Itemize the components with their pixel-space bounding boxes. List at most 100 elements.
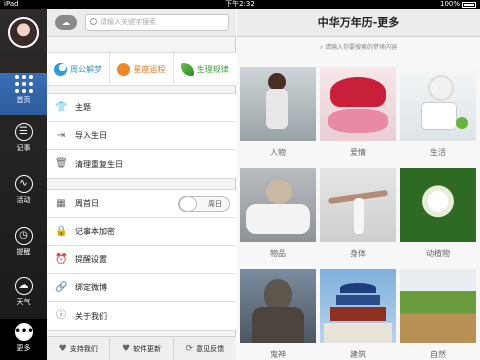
sidebar-item-label: 提醒 [16, 248, 31, 256]
toggle-value: 周日 [208, 200, 222, 208]
heart-icon: ♥ [121, 343, 131, 354]
week-start-toggle[interactable]: 周日 [178, 196, 230, 212]
setting-theme[interactable]: 👕 主题 [47, 94, 236, 122]
link-icon: 🔗 [55, 281, 68, 293]
setting-bind-weibo[interactable]: 🔗 绑定微博 [47, 274, 236, 302]
trash-icon: 🗑 [55, 158, 68, 169]
settings-group-general: 👕 主题 ⇥ 导入生日 🗑 清理重复生日 [47, 93, 236, 179]
sidebar-item-reminder[interactable]: ◷ 提醒 [0, 227, 47, 267]
moon-icon [54, 62, 68, 76]
clock-icon: ◷ [14, 227, 33, 245]
tab-dream[interactable]: 周公解梦 [47, 53, 111, 85]
setting-label: 清理重复生日 [75, 159, 123, 169]
category-tile-architecture[interactable]: 建筑 [320, 269, 396, 360]
category-tile-person[interactable]: 人物 [240, 67, 316, 162]
nature-image [400, 269, 476, 343]
category-tile-plants[interactable]: 动植物 [400, 168, 476, 263]
category-grid: 人物 爱情 生活 物品 身体 动植物 鬼神 建筑 自然 [240, 67, 476, 360]
update-button[interactable]: ♥ 软件更新 [110, 337, 174, 360]
search-placeholder: 请输入关键字搜索 [100, 18, 156, 26]
spirits-image [240, 269, 316, 343]
sidebar-item-home[interactable]: 首页 [0, 73, 47, 115]
sidebar-item-weather[interactable]: ☁ 天气 [0, 277, 47, 317]
toggle-knob [179, 196, 197, 212]
clock: 下午2:32 [225, 0, 255, 8]
tab-label: 星座运程 [133, 64, 166, 74]
settings-group-prefs: ▦ 周首日 周日 🔒 记事本加密 ⏰ 提醒设置 🔗 绑定微博 ⓘ 关于我们 [47, 189, 236, 331]
object-image [240, 168, 316, 242]
setting-label: 主题 [75, 103, 91, 112]
category-label: 动植物 [426, 249, 450, 258]
search-bar: ☁ 请输入关键字搜索 [47, 9, 236, 37]
setting-reminder[interactable]: ⏰ 提醒设置 [47, 246, 236, 274]
setting-label: 导入生日 [75, 131, 107, 140]
person-image [240, 67, 316, 141]
setting-about[interactable]: ⓘ 关于我们 [47, 302, 236, 330]
life-image [400, 67, 476, 141]
refresh-icon: ⟳ [185, 343, 194, 354]
page-title: 中华万年历-更多 [237, 9, 480, 37]
search-icon [90, 18, 97, 25]
category-label: 爱情 [350, 148, 366, 157]
sidebar-item-label: 活动 [16, 196, 31, 204]
status-bar: iPad 下午2:32 100% [0, 0, 480, 9]
category-tile-nature[interactable]: 自然 [400, 269, 476, 360]
category-label: 自然 [430, 350, 446, 359]
setting-import-birthday[interactable]: ⇥ 导入生日 [47, 122, 236, 150]
setting-label: 绑定微博 [75, 283, 107, 292]
plants-image [400, 168, 476, 242]
shirt-icon: 👕 [55, 101, 68, 113]
cloud-sync-icon[interactable]: ☁ [55, 15, 77, 30]
category-tile-life[interactable]: 生活 [400, 67, 476, 162]
tab-cycle[interactable]: 生理规律 [174, 53, 236, 85]
support-button[interactable]: ♥ 支持我们 [47, 337, 111, 360]
dream-search-input[interactable]: ⌕ 请输入你要搜索的梦境内容 [237, 41, 480, 55]
panel-footer: ♥ 支持我们 ♥ 软件更新 ⟳ 意见反馈 [47, 336, 236, 360]
feedback-label: 意见反馈 [196, 344, 225, 353]
info-icon: ⓘ [56, 310, 66, 321]
setting-week-start[interactable]: ▦ 周首日 周日 [47, 190, 236, 218]
category-tile-body[interactable]: 身体 [320, 168, 396, 263]
category-label: 建筑 [350, 350, 366, 359]
settings-panel: ☁ 请输入关键字搜索 周公解梦 星座运程 生理规律 👕 主题 ⇥ 导入生日 🗑 … [47, 9, 236, 360]
tab-label: 周公解梦 [70, 64, 103, 74]
body-image [320, 168, 396, 242]
search-input[interactable]: 请输入关键字搜索 [85, 14, 229, 31]
sidebar-item-more[interactable]: ••• 更多 [0, 319, 47, 360]
cloud-icon: ☁ [14, 277, 33, 295]
category-label: 鬼神 [270, 350, 286, 359]
import-icon: ⇥ [56, 129, 66, 141]
sidebar-item-activity[interactable]: ∿ 活动 [0, 175, 47, 215]
list-icon: ☰ [14, 123, 33, 141]
avatar[interactable] [8, 17, 39, 48]
alarm-icon: ⏰ [55, 253, 68, 265]
feedback-button[interactable]: ⟳ 意见反馈 [174, 337, 236, 360]
planet-icon [117, 62, 131, 76]
category-label: 人物 [270, 148, 286, 157]
setting-clean-birthday[interactable]: 🗑 清理重复生日 [47, 150, 236, 178]
setting-label: 提醒设置 [75, 255, 107, 264]
setting-label: 记事本加密 [75, 227, 115, 236]
grid-icon [0, 73, 47, 93]
lock-icon: 🔒 [55, 225, 68, 237]
category-label: 身体 [350, 249, 366, 258]
leaf-icon [180, 62, 194, 76]
category-tile-object[interactable]: 物品 [240, 168, 316, 263]
update-label: 软件更新 [133, 344, 162, 353]
calendar-icon: ▦ [56, 197, 66, 209]
category-label: 生活 [430, 148, 446, 157]
setting-label: 关于我们 [75, 311, 107, 321]
setting-notes-lock[interactable]: 🔒 记事本加密 [47, 218, 236, 246]
category-tile-spirits[interactable]: 鬼神 [240, 269, 316, 360]
setting-label: 周首日 [75, 199, 99, 208]
sidebar-item-label: 更多 [16, 344, 31, 352]
more-icon: ••• [14, 323, 34, 341]
battery-icon [462, 2, 476, 8]
sidebar-item-label: 首页 [16, 96, 31, 104]
battery-indicator: 100% [440, 0, 476, 9]
dream-content: 中华万年历-更多 ⌕ 请输入你要搜索的梦境内容 人物 爱情 生活 物品 身体 动… [237, 9, 480, 360]
battery-percent: 100% [439, 0, 460, 8]
tab-horoscope[interactable]: 星座运程 [110, 53, 174, 85]
sidebar-item-notes[interactable]: ☰ 记事 [0, 123, 47, 163]
category-tile-love[interactable]: 爱情 [320, 67, 396, 162]
